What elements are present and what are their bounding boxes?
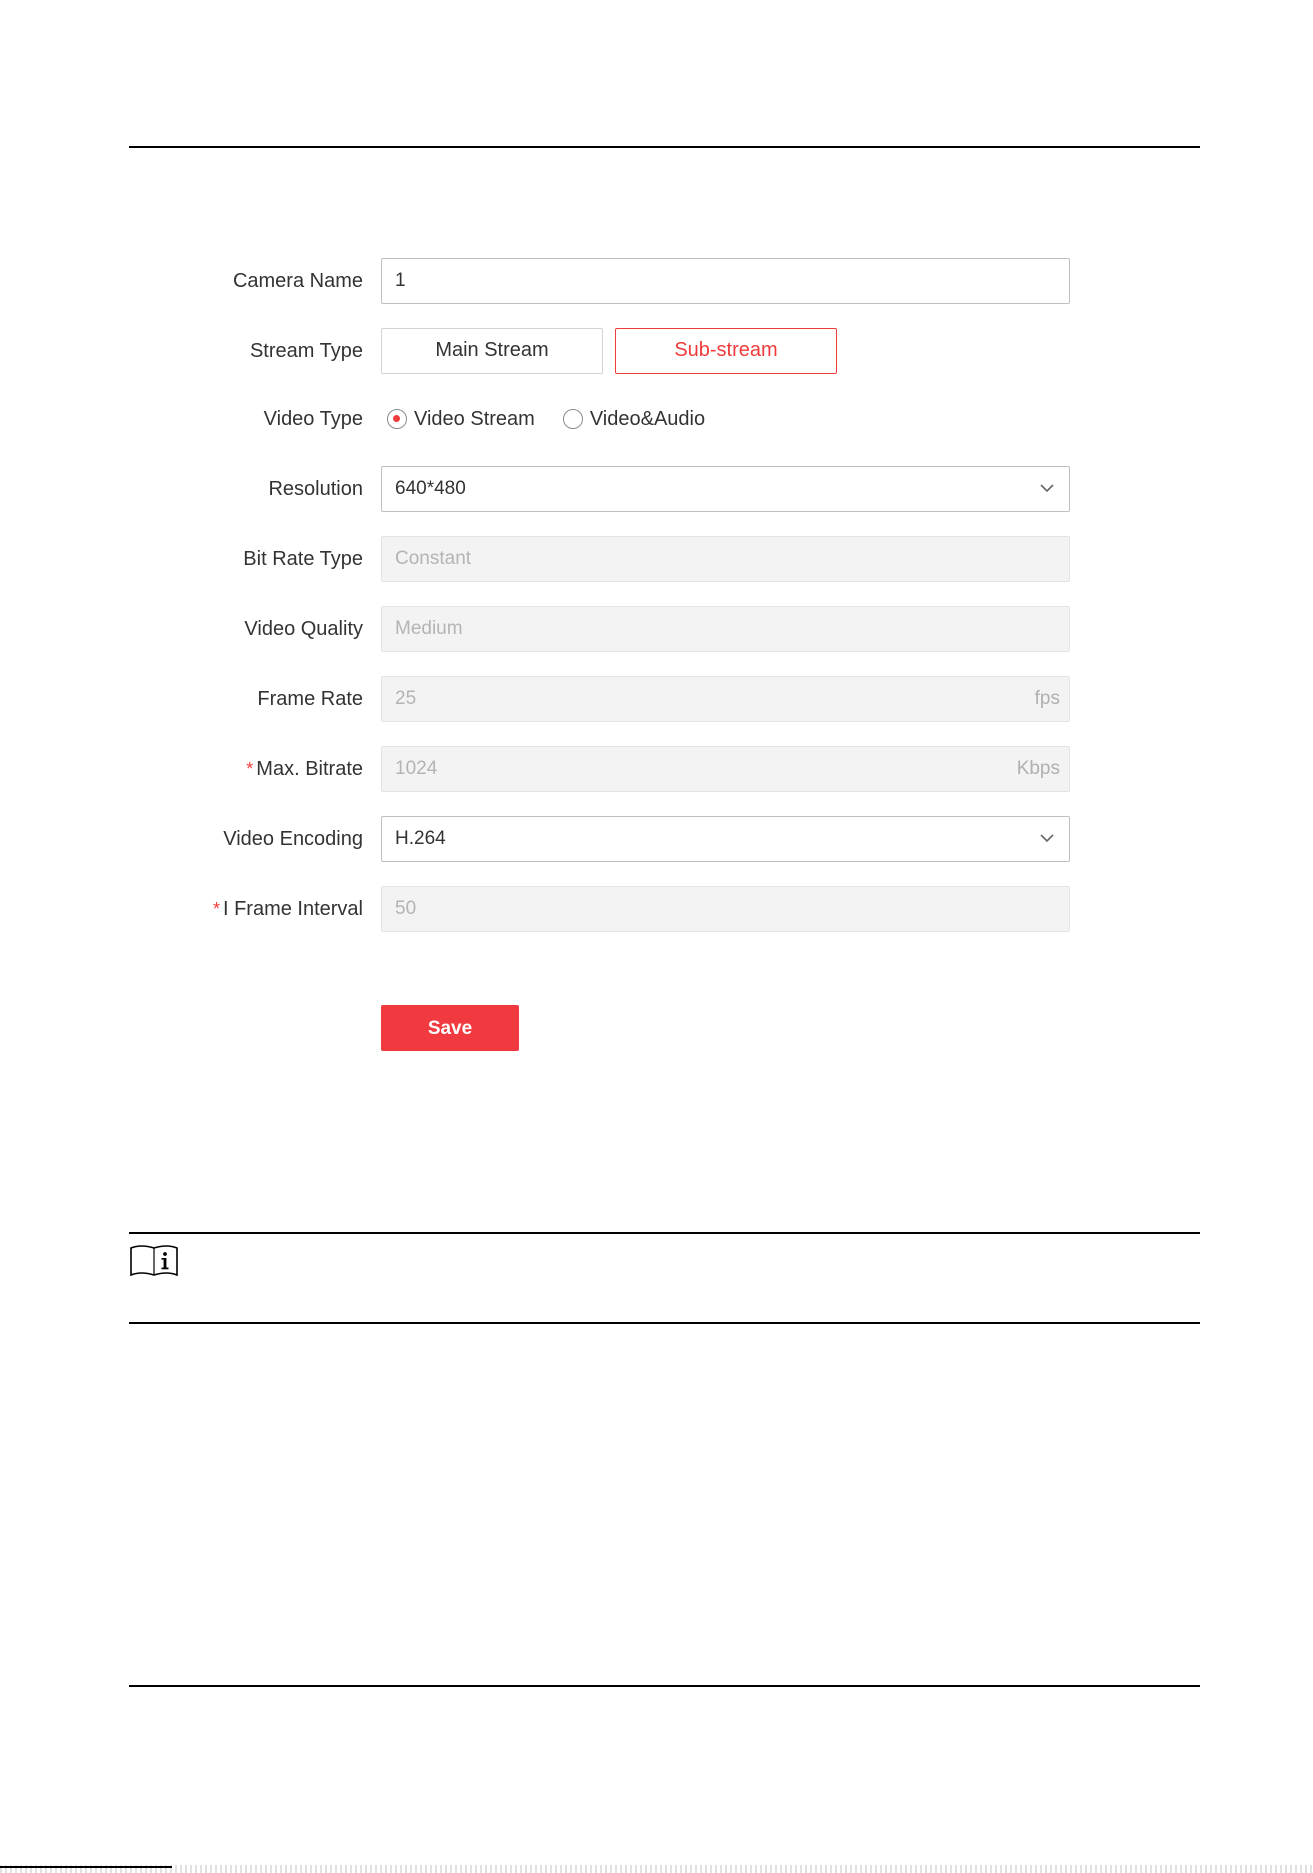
stream-type-label: Stream Type xyxy=(249,340,363,362)
resolution-value: 640*480 xyxy=(395,478,466,499)
video-quality-label: Video Quality xyxy=(244,618,363,640)
video-type-label: Video Type xyxy=(263,408,363,430)
row-video-type: Video Type Video Stream Video&Audio xyxy=(0,396,1313,442)
radio-checked-icon[interactable] xyxy=(387,409,407,429)
video-quality-field: Medium xyxy=(381,606,1070,652)
chevron-down-icon[interactable] xyxy=(1039,830,1055,846)
max-bitrate-unit: Kbps xyxy=(1016,758,1060,779)
radio-video-stream[interactable]: Video Stream xyxy=(387,408,535,431)
row-max-bitrate: * Max. Bitrate 1024 Kbps xyxy=(0,746,1313,792)
row-resolution: Resolution 640*480 xyxy=(0,466,1313,512)
note-book-info-icon xyxy=(130,1245,178,1277)
video-encoding-label: Video Encoding xyxy=(223,828,363,850)
row-video-quality: Video Quality Medium xyxy=(0,606,1313,652)
video-type-radio-group: Video Stream Video&Audio xyxy=(387,396,733,442)
radio-video-stream-label: Video Stream xyxy=(414,407,535,430)
i-frame-interval-field: 50 xyxy=(381,886,1070,932)
bit-rate-type-value: Constant xyxy=(395,548,472,569)
resolution-select[interactable]: 640*480 xyxy=(381,466,1070,512)
camera-name-label: Camera Name xyxy=(232,270,363,292)
i-frame-interval-label-wrap: * I Frame Interval xyxy=(213,886,363,932)
sub-stream-button[interactable]: Sub-stream xyxy=(615,328,837,374)
video-quality-value: Medium xyxy=(395,618,463,639)
frame-rate-label: Frame Rate xyxy=(257,688,363,710)
frame-rate-value: 25 xyxy=(395,688,417,709)
row-i-frame-interval: * I Frame Interval 50 xyxy=(0,886,1313,932)
frame-rate-unit: fps xyxy=(1034,688,1060,709)
max-bitrate-label-wrap: * Max. Bitrate xyxy=(246,746,363,792)
row-bit-rate-type: Bit Rate Type Constant xyxy=(0,536,1313,582)
frame-rate-field: 25 fps xyxy=(381,676,1070,722)
resolution-label: Resolution xyxy=(268,478,363,500)
bit-rate-type-field: Constant xyxy=(381,536,1070,582)
footer-rule xyxy=(129,1685,1200,1687)
bit-rate-type-label: Bit Rate Type xyxy=(243,548,363,570)
row-camera-name: Camera Name 1 xyxy=(0,258,1313,304)
main-stream-button[interactable]: Main Stream xyxy=(381,328,603,374)
max-bitrate-label: Max. Bitrate xyxy=(256,758,363,780)
camera-name-input[interactable]: 1 xyxy=(381,258,1070,304)
video-encoding-value: H.264 xyxy=(395,828,446,849)
max-bitrate-value: 1024 xyxy=(395,758,438,779)
note-top-rule xyxy=(129,1232,1200,1234)
note-bottom-rule xyxy=(129,1322,1200,1324)
required-mark: * xyxy=(246,759,254,779)
camera-name-value: 1 xyxy=(395,270,406,291)
header-rule xyxy=(129,146,1200,148)
i-frame-interval-value: 50 xyxy=(395,898,417,919)
required-mark: * xyxy=(212,899,220,919)
radio-video-audio-label: Video&Audio xyxy=(589,407,706,430)
bottom-edge-line xyxy=(0,1866,172,1868)
row-frame-rate: Frame Rate 25 fps xyxy=(0,676,1313,722)
radio-video-audio[interactable]: Video&Audio xyxy=(562,407,706,431)
bottom-edge-strip xyxy=(0,1865,1313,1873)
row-video-encoding: Video Encoding H.264 xyxy=(0,816,1313,862)
video-encoding-select[interactable]: H.264 xyxy=(381,816,1070,862)
i-frame-interval-label: I Frame Interval xyxy=(222,898,363,920)
max-bitrate-field: 1024 Kbps xyxy=(381,746,1070,792)
chevron-down-icon[interactable] xyxy=(1039,480,1055,496)
row-stream-type: Stream Type Main Stream Sub-stream xyxy=(0,328,1313,374)
save-button[interactable]: Save xyxy=(381,1005,519,1051)
radio-unchecked-icon[interactable] xyxy=(562,409,583,429)
